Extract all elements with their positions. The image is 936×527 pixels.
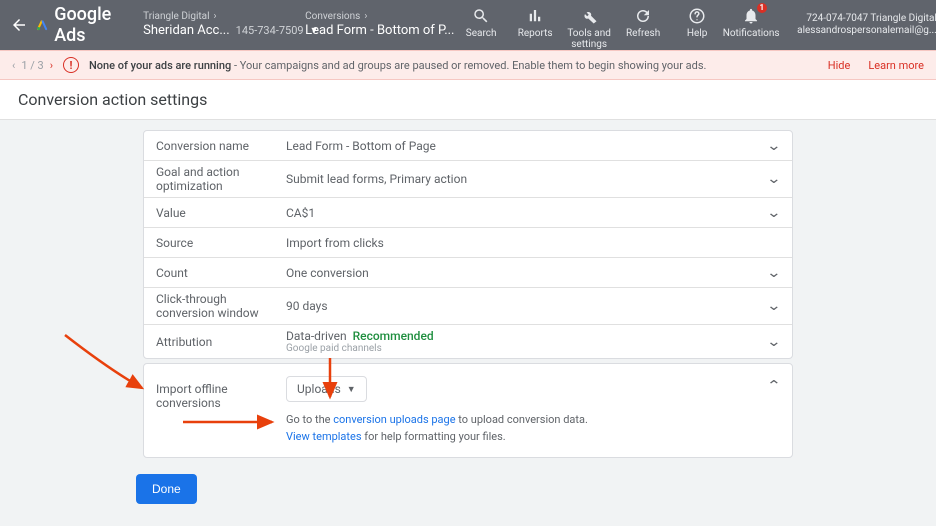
dropdown-caret-icon: ▼ [347,384,356,395]
chevron-down-icon: ⌄ [767,265,782,281]
search-tool[interactable]: Search [455,1,507,39]
breadcrumb-account-name: Sheridan Acc... [143,23,230,39]
view-templates-link[interactable]: View templates [286,430,362,443]
row-label: Source [156,236,286,250]
done-button[interactable]: Done [136,474,197,504]
breadcrumb-account-id: 145-734-7509 [236,24,304,37]
account-phone: 724-074-7047 Triangle Digital [797,13,936,25]
reports-tool[interactable]: Reports [509,1,561,39]
warning-bar: ‹ 1 / 3 › ! None of your ads are running… [0,50,936,80]
header-tools: Search Reports Tools and settings Refres… [455,1,777,50]
row-label: Count [156,266,286,280]
chevron-right-icon: › [214,11,217,23]
product-name: Google Ads [54,4,117,46]
chevron-down-icon: ⌄ [767,205,782,221]
conversion-uploads-link[interactable]: conversion uploads page [333,413,455,426]
app-header: Google Ads Triangle Digital › Sheridan A… [0,0,936,50]
tools-settings-tool[interactable]: Tools and settings [563,1,615,50]
help-icon [688,7,706,25]
warning-prev-icon[interactable]: ‹ [12,59,15,72]
chevron-down-icon: ⌄ [767,298,782,314]
attribution-sub: Google paid channels [286,343,434,354]
warning-learn-link[interactable]: Learn more [868,59,924,72]
back-arrow-icon[interactable] [10,13,28,37]
page-title: Conversion action settings [0,80,936,120]
account-info[interactable]: 724-074-7047 Triangle Digital alessandro… [797,11,936,39]
warning-next-icon[interactable]: › [50,59,53,72]
warning-bold: None of your ads are running [89,59,231,72]
settings-card: Conversion name Lead Form - Bottom of Pa… [143,130,793,359]
row-value: 90 days [286,299,768,313]
refresh-icon [634,7,652,25]
refresh-tool[interactable]: Refresh [617,1,669,39]
breadcrumb-page-name: Lead Form - Bottom of P... [305,23,454,39]
row-goal-optimization[interactable]: Goal and action optimization Submit lead… [144,161,792,198]
warning-position: 1 / 3 [21,59,43,72]
account-email: alessandrospersonalemail@g... [797,25,936,37]
row-value: Data-driven Recommended Google paid chan… [286,329,768,354]
warning-icon: ! [63,57,79,73]
recommended-badge: Recommended [353,329,434,343]
chevron-right-icon: › [364,11,367,23]
attribution-value: Data-driven [286,329,347,343]
breadcrumb-page[interactable]: Conversions › Lead Form - Bottom of P... [305,11,445,39]
notifications-tool[interactable]: 1 Notifications [725,1,777,39]
chevron-up-icon: ⌄ [767,376,782,392]
import-help-text: Go to the conversion uploads page to upl… [286,412,768,445]
search-icon [472,7,490,25]
help-tool[interactable]: Help [671,1,723,39]
breadcrumb-account[interactable]: Triangle Digital › Sheridan Acc... 145-7… [143,11,293,39]
reports-icon [526,7,544,25]
row-label: Conversion name [156,139,286,153]
warning-hide-link[interactable]: Hide [828,59,851,72]
warning-pager: ‹ 1 / 3 › [12,59,53,72]
google-ads-logo[interactable]: Google Ads [36,4,117,46]
wrench-icon [580,7,598,25]
import-card: Import offline conversions Uploads ▼ Go … [143,363,793,458]
warning-rest: - Your campaigns and ad groups are pause… [231,59,706,72]
content-area: Conversion name Lead Form - Bottom of Pa… [0,120,936,526]
row-value: Import from clicks [286,236,766,250]
breadcrumb-page-parent: Conversions [305,11,360,23]
row-value: One conversion [286,266,768,280]
row-label: Value [156,206,286,220]
row-value: Lead Form - Bottom of Page [286,139,768,153]
row-label: Click-through conversion window [156,292,286,320]
row-label: Attribution [156,335,286,349]
chevron-down-icon: ⌄ [767,334,782,350]
uploads-dropdown[interactable]: Uploads ▼ [286,376,367,402]
row-count[interactable]: Count One conversion ⌄ [144,258,792,288]
breadcrumb-account-parent: Triangle Digital [143,11,209,23]
chevron-down-icon: ⌄ [767,138,782,154]
row-click-through-window[interactable]: Click-through conversion window 90 days … [144,288,792,325]
row-source[interactable]: Source Import from clicks [144,228,792,258]
row-attribution[interactable]: Attribution Data-driven Recommended Goog… [144,325,792,358]
row-label: Import offline conversions [156,376,286,410]
row-value: Submit lead forms, Primary action [286,172,768,186]
row-import-offline[interactable]: Import offline conversions Uploads ▼ Go … [144,364,792,457]
uploads-label: Uploads [297,382,341,396]
row-value[interactable]: Value CA$1 ⌄ [144,198,792,228]
warning-message: None of your ads are running - Your camp… [89,59,706,72]
notification-badge: 1 [757,3,768,13]
row-value: CA$1 [286,206,768,220]
google-ads-logo-icon [36,16,48,34]
row-conversion-name[interactable]: Conversion name Lead Form - Bottom of Pa… [144,131,792,161]
row-label: Goal and action optimization [156,165,286,193]
chevron-down-icon: ⌄ [767,171,782,187]
